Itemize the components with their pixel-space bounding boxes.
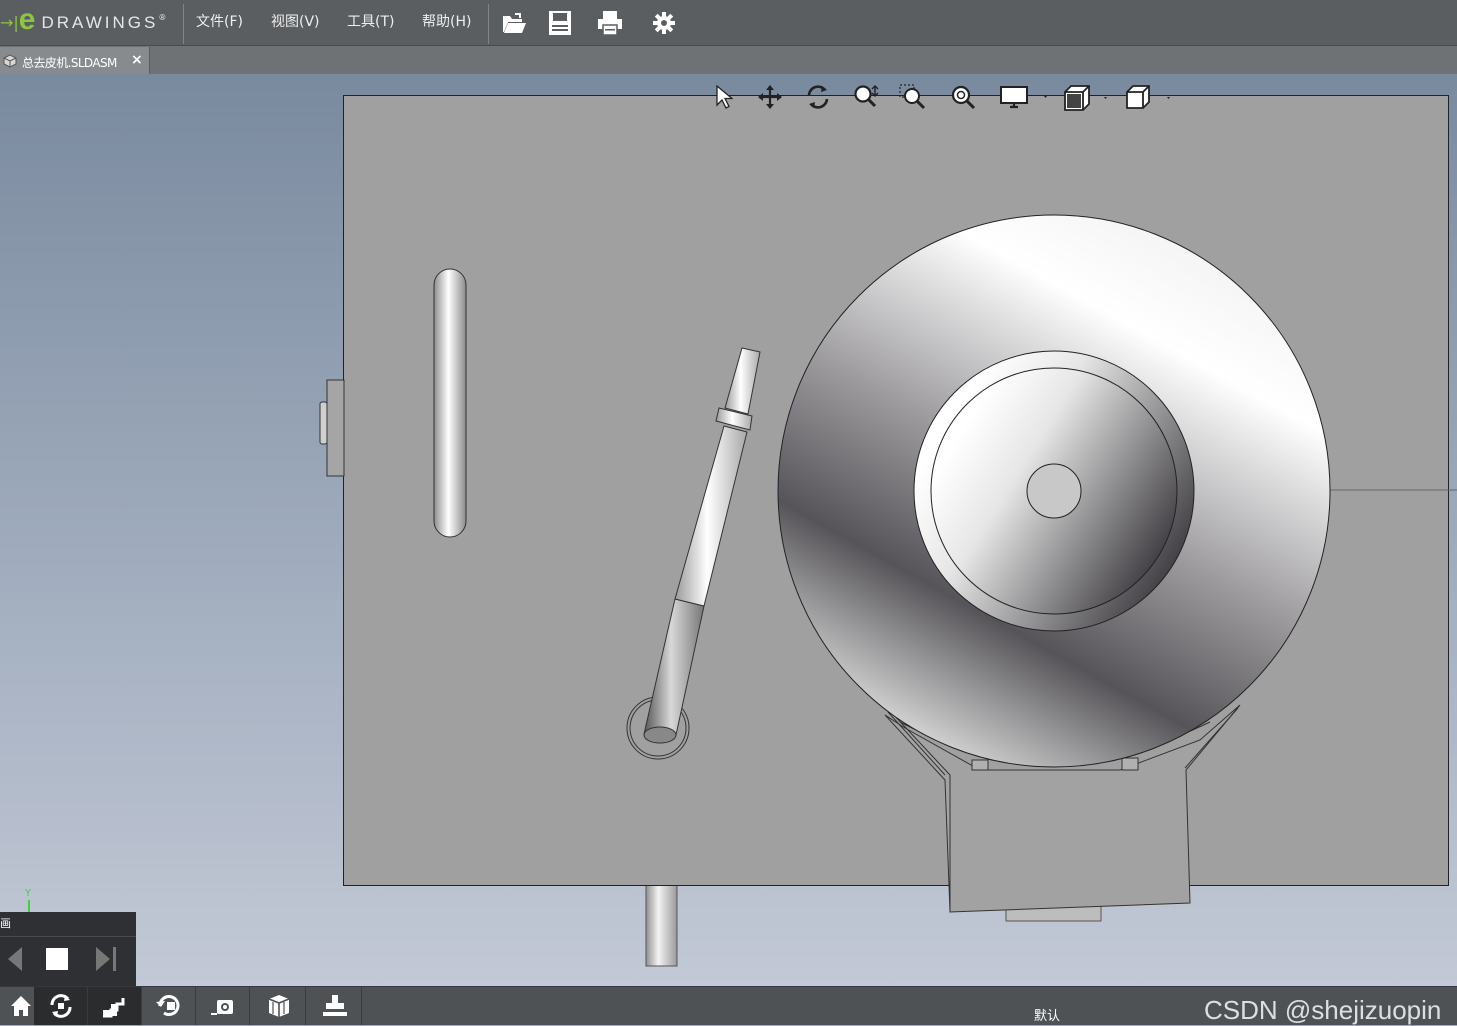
animation-title: 画 (0, 917, 11, 930)
configuration-label: 默认 (1034, 1009, 1061, 1024)
triad-y-label: Y (25, 888, 32, 899)
watermark: CSDN @shejizuopin (1204, 995, 1442, 1025)
logo-mark: ® (158, 13, 167, 22)
save-icon[interactable] (545, 8, 575, 38)
settings-icon[interactable] (649, 8, 679, 38)
print-icon[interactable] (595, 8, 625, 38)
axis-triad: Y (22, 888, 38, 914)
logo-arrow: →| (0, 13, 19, 32)
rotate-icon[interactable] (803, 80, 833, 114)
separator (488, 4, 489, 44)
top-menu-bar: →| e DRAWINGS ® 文件(F) 视图(V) 工具(T) 帮助(H) (0, 0, 1457, 45)
edrawings-logo: →| e DRAWINGS ® (0, 0, 183, 45)
zoom-to-area-icon[interactable] (898, 80, 928, 114)
menu-view[interactable]: 视图(V) (271, 0, 320, 45)
slot (433, 268, 467, 538)
model-viewport[interactable]: Y (0, 74, 1457, 986)
standard-views-icon[interactable] (1121, 80, 1177, 114)
camera-icon[interactable] (196, 987, 250, 1025)
components-icon[interactable] (252, 987, 306, 1025)
zoom-icon[interactable] (851, 80, 881, 114)
tab-label: 总去皮机.SLDASM (22, 56, 117, 70)
display-style-icon[interactable] (996, 80, 1052, 114)
stamp-icon[interactable] (308, 987, 362, 1025)
assembly-icon (3, 54, 17, 68)
open-icon[interactable] (499, 8, 529, 38)
document-tab[interactable]: 总去皮机.SLDASM × (0, 47, 150, 75)
separator (183, 4, 184, 44)
model-scene (319, 95, 1457, 967)
logo-e: e (18, 2, 36, 36)
view-orientation-icon[interactable] (1058, 80, 1116, 114)
select-icon[interactable] (710, 80, 738, 114)
close-icon[interactable]: × (131, 52, 143, 68)
drum-hub (1026, 463, 1082, 519)
rotate-view-icon[interactable] (142, 987, 196, 1025)
step-back-icon[interactable] (0, 944, 30, 974)
menu-file[interactable]: 文件(F) (196, 0, 243, 45)
animation-panel: 画 (0, 912, 136, 986)
logo-text: DRAWINGS (41, 12, 159, 32)
pan-icon[interactable] (755, 80, 785, 114)
step-forward-icon[interactable] (92, 944, 122, 974)
reset-icon[interactable] (34, 987, 88, 1025)
document-tab-bar: 总去皮机.SLDASM × (0, 45, 1457, 75)
steps-icon[interactable] (88, 987, 142, 1025)
lower-pipe (645, 879, 678, 967)
zoom-to-fit-icon[interactable] (948, 80, 978, 114)
stop-icon[interactable] (42, 944, 72, 974)
menu-tools[interactable]: 工具(T) (347, 0, 394, 45)
menu-help[interactable]: 帮助(H) (422, 0, 471, 45)
